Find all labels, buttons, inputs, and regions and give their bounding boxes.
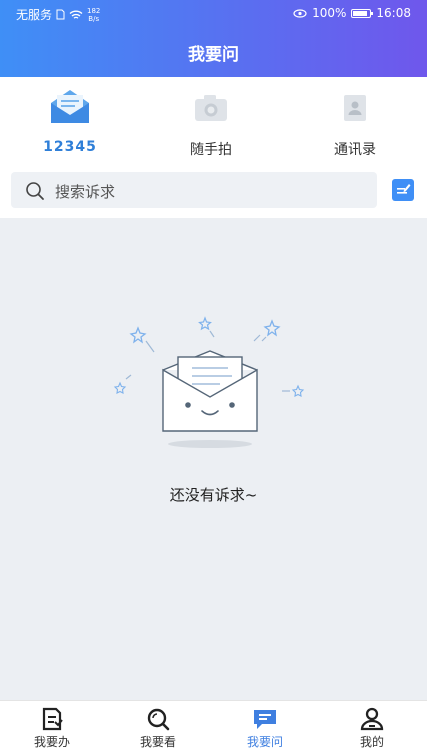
search-icon: [26, 182, 44, 200]
edit-icon: [397, 184, 411, 194]
empty-envelope-illustration: [113, 316, 305, 448]
tab-label: 我要办: [33, 735, 70, 749]
compose-button[interactable]: [392, 179, 414, 201]
clock: 16:08: [376, 6, 411, 20]
document-icon: [42, 707, 63, 731]
tab-browse[interactable]: 我要看: [118, 707, 198, 750]
quick-action-12345[interactable]: 12345: [15, 87, 125, 155]
bottom-tab-bar: 我要办 我要看 我要问 我的: [0, 700, 427, 756]
wifi-icon: [69, 10, 83, 19]
search-placeholder: 搜索诉求: [55, 183, 116, 201]
search-icon: [147, 708, 170, 731]
tab-ask[interactable]: 我要问: [225, 707, 305, 750]
battery-icon: [351, 8, 374, 18]
quick-action-label: 随手拍: [190, 142, 232, 158]
search-row: 搜索诉求: [0, 163, 427, 218]
sim-icon: [56, 9, 65, 20]
quick-action-label: 12345: [43, 139, 97, 155]
search-input[interactable]: 搜索诉求: [11, 172, 377, 208]
top-bar: 无服务 182 B/s 100% 16:08 我要问: [0, 0, 427, 77]
tab-mine[interactable]: 我的: [332, 707, 412, 750]
mail-icon: [51, 90, 89, 123]
eye-icon: [293, 8, 307, 18]
quick-action-label: 通讯录: [334, 142, 376, 158]
tab-label: 我的: [359, 735, 384, 749]
battery-percent: 100%: [312, 6, 347, 20]
tab-label: 我要看: [139, 735, 176, 749]
person-icon: [360, 707, 384, 731]
content-area: 还没有诉求~: [0, 218, 427, 700]
contacts-icon: [344, 95, 366, 121]
tab-label: 我要问: [246, 735, 283, 749]
chat-icon: [254, 710, 276, 729]
quick-action-contacts[interactable]: 通讯录: [300, 87, 410, 159]
page-title: 我要问: [188, 45, 239, 65]
quick-actions: 12345 随手拍 通讯录: [0, 77, 427, 163]
status-bar: 无服务 182 B/s 100% 16:08: [0, 0, 427, 26]
network-speed: 182 B/s: [87, 6, 101, 23]
empty-state-message: 还没有诉求~: [169, 486, 258, 504]
camera-icon: [195, 95, 227, 121]
quick-action-snapshot[interactable]: 随手拍: [156, 87, 266, 159]
carrier-text: 无服务: [16, 8, 53, 22]
tab-todo[interactable]: 我要办: [12, 707, 92, 750]
